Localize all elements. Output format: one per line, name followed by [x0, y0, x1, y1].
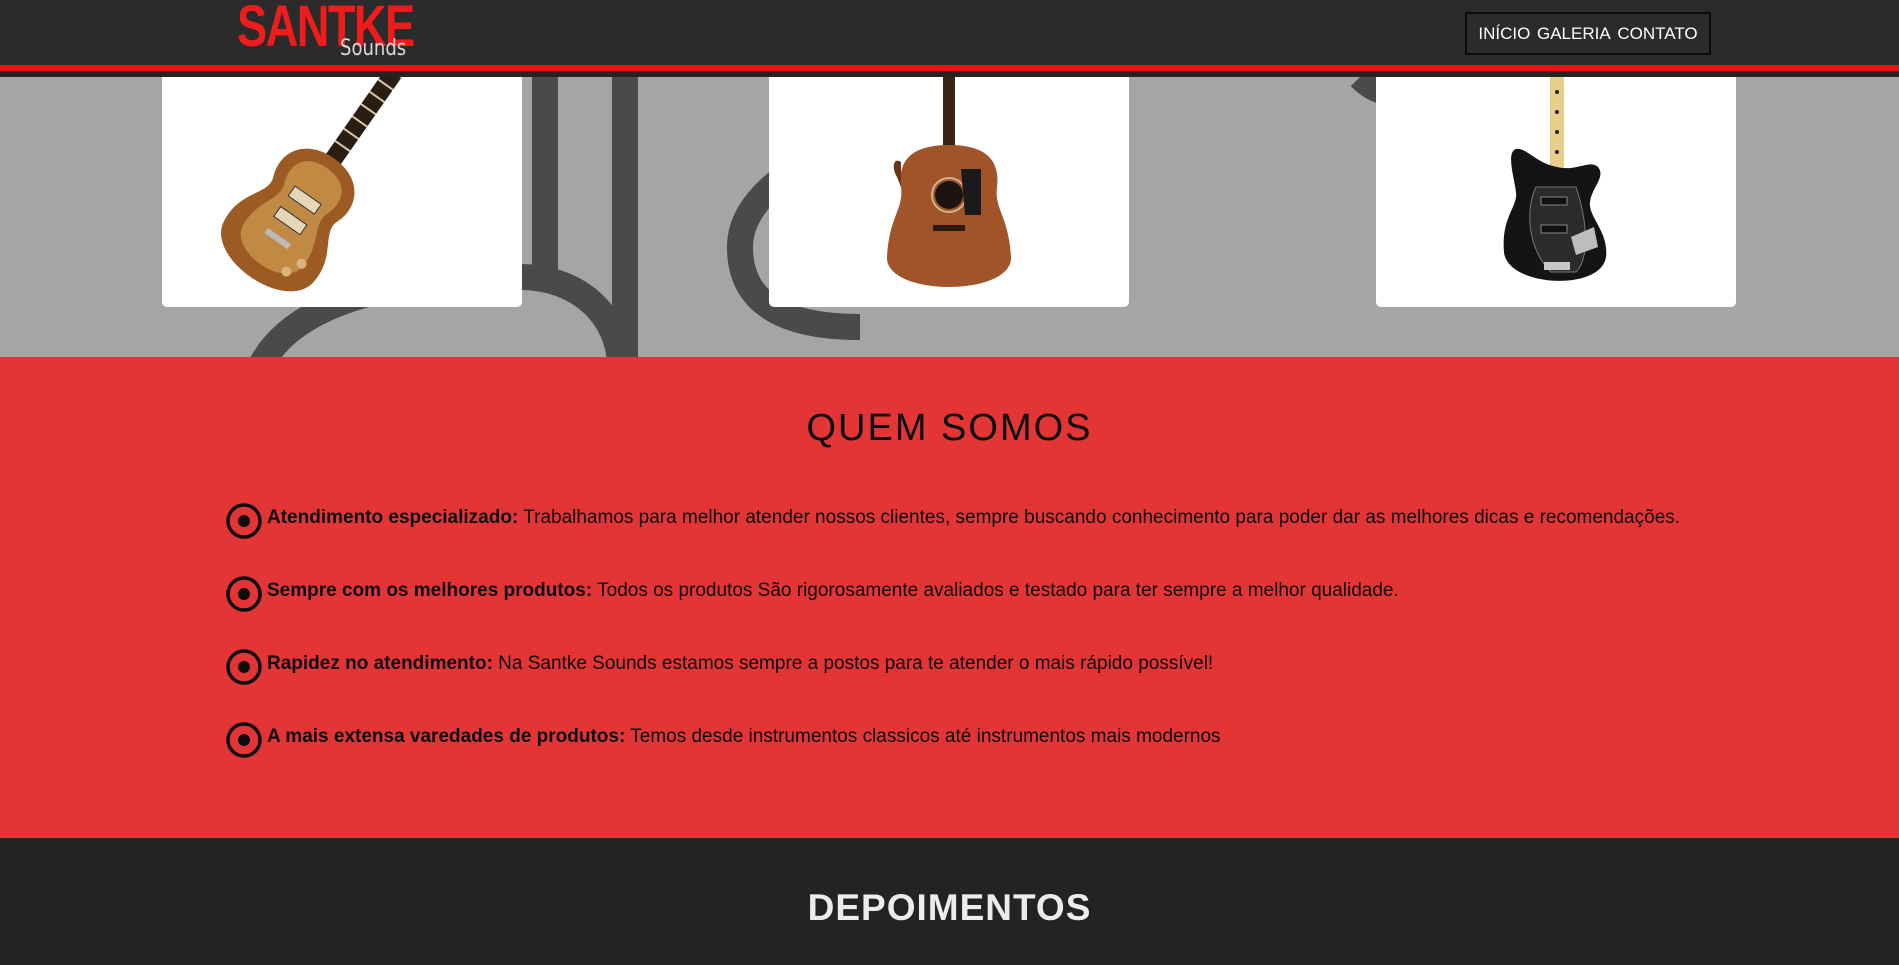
nav-item-contato[interactable]: CONTATO: [1617, 24, 1697, 44]
about-section: QUEM SOMOS Atendimento especializado: Tr…: [0, 357, 1899, 838]
main-nav: INÍCIO GALERIA CONTATO: [1465, 12, 1711, 55]
feature-title: Rapidez no atendimento:: [267, 653, 493, 674]
feature-description: Temos desde instrumentos classicos até i…: [625, 726, 1221, 747]
acoustic-guitar-image: [886, 77, 1012, 287]
testimonials-title: DEPOIMENTOS: [807, 887, 1092, 928]
gallery-section: [0, 77, 1899, 357]
feature-title: Sempre com os melhores produtos:: [267, 580, 593, 601]
feature-description: Trabalhamos para melhor atender nossos c…: [518, 507, 1681, 528]
feature-item: Rapidez no atendimento: Na Santke Sounds…: [225, 648, 1825, 688]
target-circle-icon: [226, 576, 262, 612]
feature-item: Atendimento especializado: Trabalhamos p…: [225, 502, 1825, 542]
bass-guitar-image: [1503, 77, 1607, 281]
about-title: QUEM SOMOS: [806, 407, 1093, 449]
nav-item-galeria[interactable]: GALERIA: [1537, 24, 1611, 44]
gallery-card-bass-guitar[interactable]: [1376, 77, 1736, 307]
target-circle-icon: [226, 722, 262, 758]
feature-description: Todos os produtos São rigorosamente aval…: [592, 580, 1399, 601]
feature-title: Atendimento especializado:: [267, 507, 519, 528]
feature-item: Sempre com os melhores produtos: Todos o…: [225, 575, 1825, 615]
feature-text: Rapidez no atendimento: Na Santke Sounds…: [267, 653, 1213, 675]
gallery-card-electric-guitar[interactable]: [162, 77, 522, 307]
feature-title: A mais extensa varedades de produtos:: [267, 726, 626, 747]
logo-tagline: Sounds: [340, 36, 407, 61]
nav-item-inicio[interactable]: INÍCIO: [1478, 24, 1530, 44]
testimonials-section: DEPOIMENTOS: [0, 838, 1899, 965]
feature-text: Atendimento especializado: Trabalhamos p…: [267, 507, 1680, 529]
target-circle-icon: [226, 649, 262, 685]
feature-text: Sempre com os melhores produtos: Todos o…: [267, 580, 1399, 602]
feature-item: A mais extensa varedades de produtos: Te…: [225, 721, 1825, 761]
target-circle-icon: [226, 503, 262, 539]
site-header: SANTKE Sounds INÍCIO GALERIA CONTATO: [0, 0, 1899, 71]
feature-description: Na Santke Sounds estamos sempre a postos…: [492, 653, 1214, 674]
electric-guitar-image: [221, 77, 422, 292]
feature-text: A mais extensa varedades de produtos: Te…: [267, 726, 1221, 748]
logo[interactable]: SANTKE Sounds: [237, 0, 417, 68]
gallery-card-acoustic-guitar[interactable]: [769, 77, 1129, 307]
